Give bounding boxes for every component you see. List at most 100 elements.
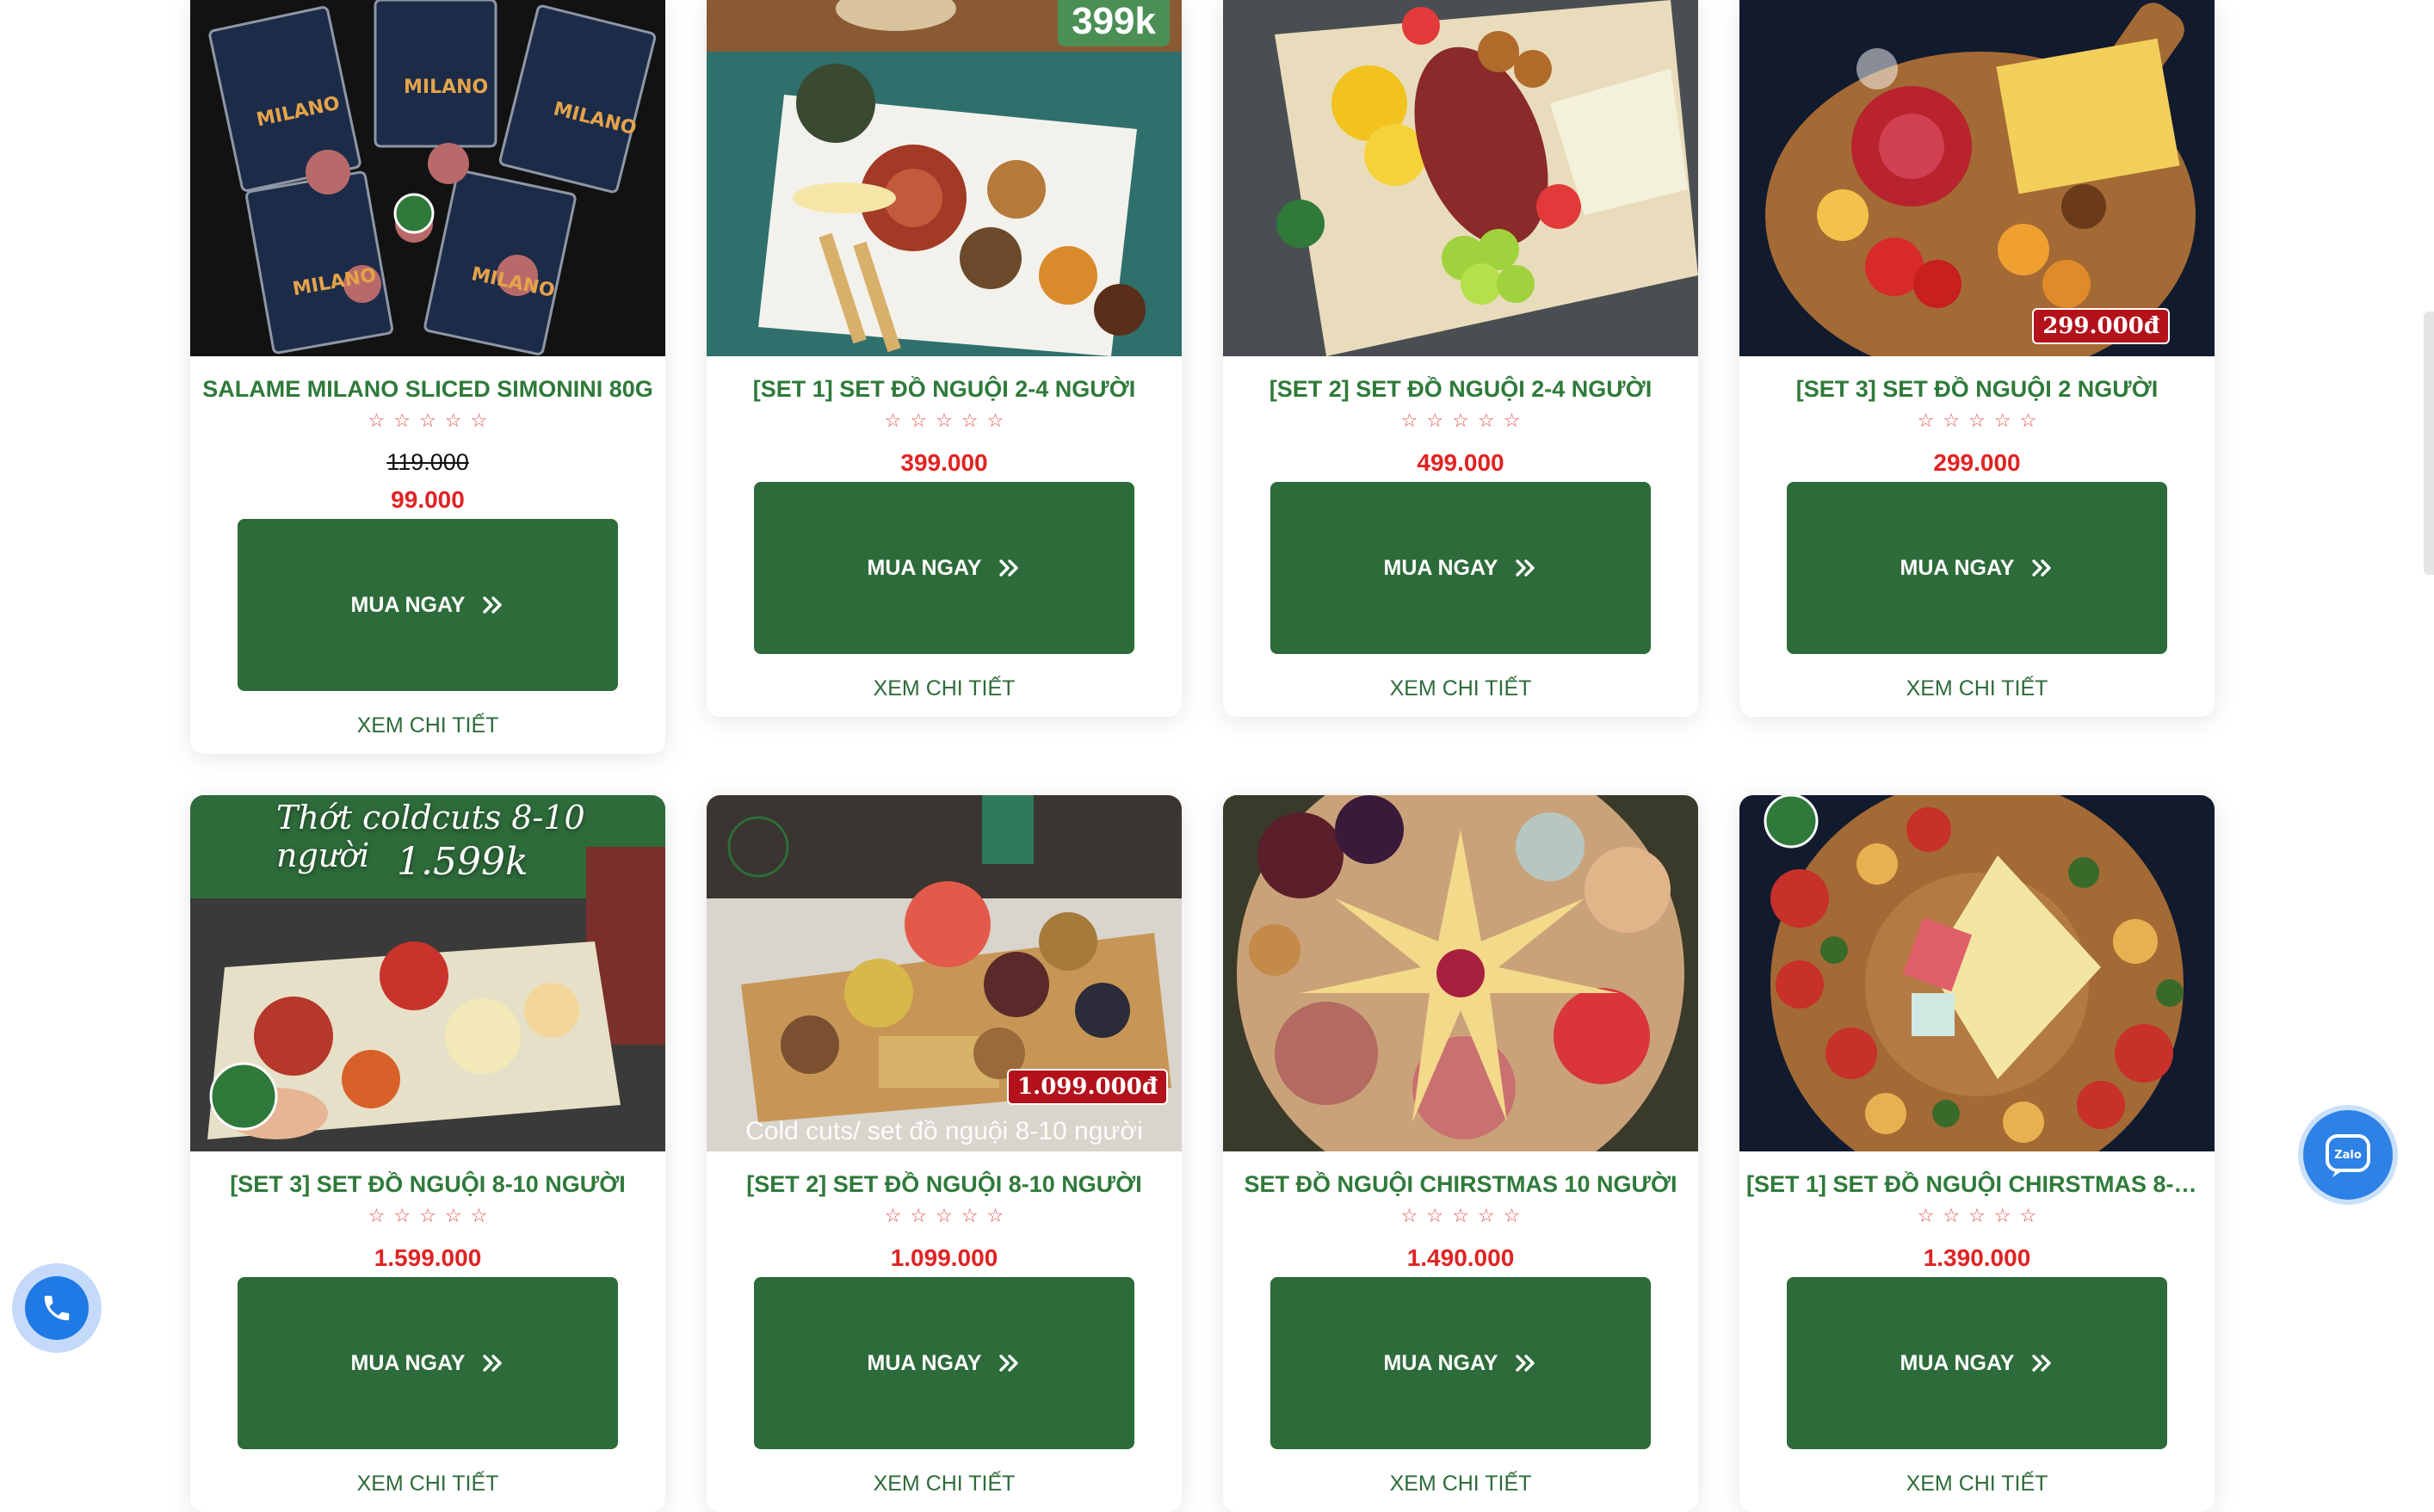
star-icon: ☆ xyxy=(1477,1205,1495,1226)
star-icon: ☆ xyxy=(1400,1205,1418,1226)
product-card: 1.099.000đ Cold cuts/ set đồ nguội 8-10 … xyxy=(707,795,1182,1512)
star-icon: ☆ xyxy=(444,410,462,431)
product-image[interactable]: 399k xyxy=(707,0,1182,356)
star-icon: ☆ xyxy=(986,410,1004,431)
image-price-tag: 299.000đ xyxy=(2032,308,2170,344)
star-icon: ☆ xyxy=(1943,410,1961,431)
sale-price: 299.000 xyxy=(1933,449,2021,476)
view-detail-link[interactable]: XEM CHI TIẾT xyxy=(1906,676,2048,701)
product-card: 399k [SET 1] SET ĐỒ NGUỘI 2-4 NGƯỜI ☆ ☆ … xyxy=(707,0,1182,717)
buy-now-button[interactable]: MUA NGAY xyxy=(754,482,1134,654)
product-title[interactable]: [SET 2] SET ĐỒ NGUỘI 2-4 NGƯỜI xyxy=(1230,372,1691,406)
sale-price: 99.000 xyxy=(391,486,465,513)
view-detail-link[interactable]: XEM CHI TIẾT xyxy=(357,713,499,738)
rating-stars: ☆ ☆ ☆ ☆ ☆ xyxy=(368,1207,488,1225)
view-detail-link[interactable]: XEM CHI TIẾT xyxy=(1390,676,1532,701)
buy-now-button[interactable]: MUA NGAY xyxy=(1787,482,2167,654)
star-icon: ☆ xyxy=(393,410,411,431)
image-price-text: 1.599k xyxy=(397,840,528,884)
star-icon: ☆ xyxy=(393,1205,411,1226)
buy-now-button[interactable]: MUA NGAY xyxy=(1270,482,1651,654)
product-image[interactable] xyxy=(1223,795,1698,1151)
product-image[interactable]: 299.000đ xyxy=(1739,0,2215,356)
star-icon: ☆ xyxy=(1993,1205,2011,1226)
call-button[interactable] xyxy=(12,1263,102,1353)
view-detail-link[interactable]: XEM CHI TIẾT xyxy=(1390,1472,1532,1497)
product-card: [SET 2] SET ĐỒ NGUỘI 2-4 NGƯỜI ☆ ☆ ☆ ☆ ☆… xyxy=(1223,0,1698,717)
star-icon: ☆ xyxy=(1452,410,1469,431)
star-icon: ☆ xyxy=(1968,1205,1986,1226)
buy-now-button[interactable]: MUA NGAY xyxy=(1270,1277,1651,1449)
star-icon: ☆ xyxy=(986,1205,1004,1226)
star-icon: ☆ xyxy=(910,1205,928,1226)
product-image[interactable]: Thớt coldcuts 8-10 người 1.599k xyxy=(190,795,665,1151)
buy-now-button[interactable]: MUA NGAY xyxy=(238,519,618,691)
star-icon: ☆ xyxy=(884,410,902,431)
star-icon: ☆ xyxy=(470,410,488,431)
double-chevron-right-icon xyxy=(999,1355,1019,1372)
product-title[interactable]: [SET 3] SET ĐỒ NGUỘI 2 NGƯỜI xyxy=(1746,372,2208,406)
double-chevron-right-icon xyxy=(1516,559,1535,577)
product-card: Thớt coldcuts 8-10 người 1.599k [SET 3] … xyxy=(190,795,665,1512)
double-chevron-right-icon xyxy=(483,1355,503,1372)
product-image[interactable]: MILANO MILANO MILANO MILANO MILANO xyxy=(190,0,665,356)
star-icon: ☆ xyxy=(1917,1205,1935,1226)
rating-stars: ☆ ☆ ☆ ☆ ☆ xyxy=(885,1207,1004,1225)
product-image[interactable] xyxy=(1739,795,2215,1151)
star-icon: ☆ xyxy=(368,1205,386,1226)
double-chevron-right-icon xyxy=(2032,1355,2052,1372)
buy-now-button[interactable]: MUA NGAY xyxy=(754,1277,1134,1449)
product-grid: MILANO MILANO MILANO MILANO MILANO SALAM… xyxy=(190,0,2215,1512)
buy-now-label: MUA NGAY xyxy=(1383,555,1498,580)
star-icon: ☆ xyxy=(1477,410,1495,431)
buy-now-label: MUA NGAY xyxy=(1900,1350,2015,1375)
sale-price: 1.099.000 xyxy=(890,1244,998,1271)
rating-stars: ☆ ☆ ☆ ☆ ☆ xyxy=(368,411,488,430)
product-title[interactable]: [SET 1] SET ĐỒ NGUỘI CHIRSTMAS 8-10 NGƯỜ… xyxy=(1746,1167,2208,1201)
view-detail-link[interactable]: XEM CHI TIẾT xyxy=(874,1472,1016,1497)
star-icon: ☆ xyxy=(961,410,979,431)
sale-price: 1.490.000 xyxy=(1406,1244,1515,1271)
product-image[interactable]: 1.099.000đ Cold cuts/ set đồ nguội 8-10 … xyxy=(707,795,1182,1151)
buy-now-button[interactable]: MUA NGAY xyxy=(238,1277,618,1449)
product-title[interactable]: SALAME MILANO SLICED SIMONINI 80G xyxy=(197,372,658,406)
star-icon: ☆ xyxy=(1426,410,1444,431)
buy-now-label: MUA NGAY xyxy=(1383,1350,1498,1375)
zalo-chat-button[interactable]: Zalo xyxy=(2303,1110,2393,1200)
star-icon: ☆ xyxy=(419,1205,436,1226)
product-title[interactable]: [SET 2] SET ĐỒ NGUỘI 8-10 NGƯỜI xyxy=(714,1167,1175,1201)
image-price-tag: 1.099.000đ xyxy=(1007,1069,1168,1105)
old-price: 119.000 xyxy=(386,449,469,475)
double-chevron-right-icon xyxy=(483,596,503,614)
product-card: 299.000đ [SET 3] SET ĐỒ NGUỘI 2 NGƯỜI ☆ … xyxy=(1739,0,2215,717)
phone-icon xyxy=(44,1295,70,1321)
view-detail-link[interactable]: XEM CHI TIẾT xyxy=(357,1472,499,1497)
sale-price: 1.599.000 xyxy=(374,1244,482,1271)
star-icon: ☆ xyxy=(1452,1205,1469,1226)
sale-price: 499.000 xyxy=(1417,449,1504,476)
star-icon: ☆ xyxy=(368,410,386,431)
double-chevron-right-icon xyxy=(1516,1355,1535,1372)
star-icon: ☆ xyxy=(1993,410,2011,431)
scrollbar-thumb[interactable] xyxy=(2424,312,2434,575)
star-icon: ☆ xyxy=(2019,410,2037,431)
product-image[interactable] xyxy=(1223,0,1698,356)
product-card: SET ĐỒ NGUỘI CHIRSTMAS 10 NGƯỜI ☆ ☆ ☆ ☆ … xyxy=(1223,795,1698,1512)
buy-now-button[interactable]: MUA NGAY xyxy=(1787,1277,2167,1449)
star-icon: ☆ xyxy=(2019,1205,2037,1226)
product-title[interactable]: SET ĐỒ NGUỘI CHIRSTMAS 10 NGƯỜI xyxy=(1230,1167,1691,1201)
star-icon: ☆ xyxy=(1968,410,1986,431)
buy-now-label: MUA NGAY xyxy=(350,1350,466,1375)
star-icon: ☆ xyxy=(1426,1205,1444,1226)
product-title[interactable]: [SET 1] SET ĐỒ NGUỘI 2-4 NGƯỜI xyxy=(714,372,1175,406)
call-button-inner xyxy=(25,1276,89,1340)
view-detail-link[interactable]: XEM CHI TIẾT xyxy=(874,676,1016,701)
product-card: [SET 1] SET ĐỒ NGUỘI CHIRSTMAS 8-10 NGƯỜ… xyxy=(1739,795,2215,1512)
buy-now-label: MUA NGAY xyxy=(350,592,466,617)
buy-now-label: MUA NGAY xyxy=(1900,555,2015,580)
view-detail-link[interactable]: XEM CHI TIẾT xyxy=(1906,1472,2048,1497)
star-icon: ☆ xyxy=(1400,410,1418,431)
product-title[interactable]: [SET 3] SET ĐỒ NGUỘI 8-10 NGƯỜI xyxy=(197,1167,658,1201)
image-caption: Cold cuts/ set đồ nguội 8-10 người xyxy=(745,1117,1143,1145)
zalo-icon: Zalo xyxy=(2326,1134,2370,1177)
